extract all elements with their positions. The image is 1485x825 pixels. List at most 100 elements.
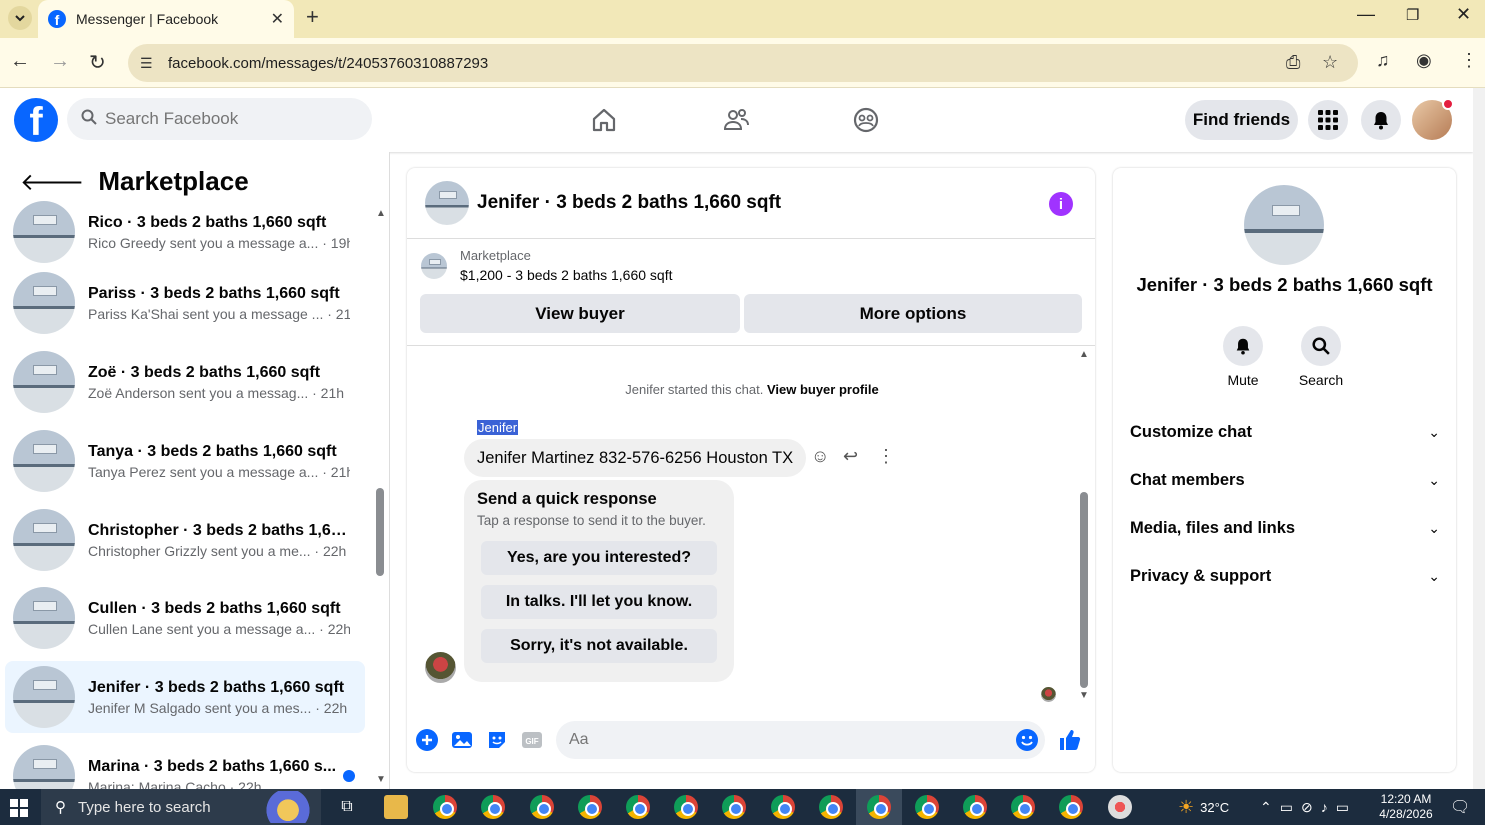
restore-icon[interactable]: ❐: [1406, 6, 1419, 24]
media-files-links-row[interactable]: Media, files and links ⌄: [1130, 508, 1440, 548]
task-view-icon[interactable]: ⧉: [335, 795, 359, 819]
chrome-icon[interactable]: [771, 795, 795, 819]
conversation-item[interactable]: Marina · 3 beds 2 baths 1,660 s... Marina…: [5, 740, 365, 789]
customize-chat-row[interactable]: Customize chat ⌄: [1130, 412, 1440, 452]
chrome-icon[interactable]: [963, 795, 987, 819]
search-icon[interactable]: [1301, 326, 1341, 366]
view-buyer-button[interactable]: View buyer: [420, 294, 740, 333]
volume-icon[interactable]: ♪: [1321, 799, 1336, 815]
close-tab-icon[interactable]: ✕: [271, 9, 284, 29]
conversation-item[interactable]: Rico · 3 beds 2 baths 1,660 sqft Rico Gre…: [5, 196, 365, 268]
groups-nav-icon[interactable]: [846, 102, 886, 138]
find-friends-button[interactable]: Find friends: [1185, 100, 1298, 140]
chrome-icon[interactable]: [1059, 795, 1083, 819]
chrome-icon[interactable]: [915, 795, 939, 819]
message-input[interactable]: [569, 731, 989, 749]
address-bar[interactable]: ☰ facebook.com/messages/t/24053760310887…: [128, 44, 1358, 82]
quick-response-button[interactable]: Sorry, it's not available.: [481, 629, 717, 663]
notifications-bell-icon[interactable]: [1361, 100, 1401, 140]
chrome-icon[interactable]: [578, 795, 602, 819]
mute-action[interactable]: Mute: [1213, 326, 1273, 388]
message-scrollbar[interactable]: [1080, 492, 1088, 688]
forward-icon[interactable]: →: [50, 50, 70, 73]
tray-chevron-icon[interactable]: ⌃: [1260, 799, 1280, 816]
conversation-item[interactable]: Christopher · 3 beds 2 baths 1,66... Chri…: [5, 504, 365, 576]
install-app-icon[interactable]: ⎙: [1286, 52, 1300, 73]
chat-title[interactable]: Jenifer · 3 beds 2 baths 1,660 sqft: [477, 192, 781, 214]
notification-center-icon[interactable]: 🗨: [1450, 789, 1470, 825]
minimize-icon[interactable]: —: [1357, 4, 1375, 25]
conversation-item[interactable]: Cullen · 3 beds 2 baths 1,660 sqft Cullen…: [5, 582, 365, 654]
system-clock[interactable]: 12:20 AM 4/28/2026: [1376, 792, 1436, 822]
more-kebab-icon[interactable]: ⋮: [877, 446, 895, 467]
chrome-icon[interactable]: [1011, 795, 1035, 819]
thumbs-up-icon[interactable]: [1058, 728, 1082, 752]
quick-response-button[interactable]: In talks. I'll let you know.: [481, 585, 717, 619]
chat-members-row[interactable]: Chat members ⌄: [1130, 460, 1440, 500]
home-nav-icon[interactable]: [584, 102, 624, 138]
info-icon[interactable]: i: [1049, 192, 1073, 216]
emoji-icon[interactable]: [1015, 728, 1039, 752]
conversation-item-active[interactable]: Jenifer · 3 beds 2 baths 1,660 sqft Jenif…: [5, 661, 365, 733]
file-explorer-icon[interactable]: [384, 795, 408, 819]
browser-tab-messenger[interactable]: f Messenger | Facebook ✕: [38, 0, 294, 38]
conversation-item[interactable]: Zoë · 3 beds 2 baths 1,660 sqft Zoë Ander…: [5, 346, 365, 418]
chrome-icon[interactable]: [867, 795, 891, 819]
close-window-icon[interactable]: ✕: [1456, 4, 1471, 25]
reply-icon[interactable]: ↩: [843, 446, 858, 467]
conversation-item[interactable]: Pariss · 3 beds 2 baths 1,660 sqft Pariss…: [5, 267, 365, 339]
conversation-list-scrollbar[interactable]: [376, 488, 384, 576]
system-tray-icons[interactable]: ⌃ ▭ ⊘ ♪ ▭: [1260, 789, 1357, 825]
chat-thumbnail[interactable]: [425, 181, 469, 225]
menu-grid-icon[interactable]: [1308, 100, 1348, 140]
listing-summary[interactable]: Marketplace $1,200 - 3 beds 2 baths 1,66…: [421, 248, 673, 283]
meet-icon[interactable]: ▭: [1280, 799, 1301, 816]
view-buyer-profile-link[interactable]: View buyer profile: [767, 382, 879, 397]
search-highlight-icon[interactable]: [258, 791, 318, 823]
gif-icon[interactable]: GIF: [520, 728, 544, 752]
privacy-support-row[interactable]: Privacy & support ⌄: [1130, 556, 1440, 596]
chrome-icon[interactable]: [530, 795, 554, 819]
sticker-icon[interactable]: [485, 728, 509, 752]
new-tab-icon[interactable]: +: [306, 4, 319, 30]
scroll-down-arrow-icon[interactable]: ▼: [1079, 690, 1089, 701]
conversation-item[interactable]: Tanya · 3 beds 2 baths 1,660 sqft Tanya P…: [5, 425, 365, 497]
display-icon[interactable]: ▭: [1336, 799, 1357, 816]
more-options-button[interactable]: More options: [744, 294, 1082, 333]
weather-widget[interactable]: ☀ 32°C: [1178, 789, 1229, 825]
reload-icon[interactable]: ↻: [89, 50, 106, 75]
page-scrollbar[interactable]: [1473, 88, 1485, 789]
facebook-logo-icon[interactable]: f: [14, 98, 58, 142]
react-emoji-icon[interactable]: ☺: [811, 446, 829, 467]
chrome-icon[interactable]: [674, 795, 698, 819]
tab-search-chevron-icon[interactable]: [8, 6, 32, 30]
windows-start-icon[interactable]: [10, 799, 28, 817]
site-settings-icon[interactable]: ☰: [140, 55, 162, 72]
chrome-icon[interactable]: [819, 795, 843, 819]
scroll-up-arrow-icon[interactable]: ▲: [376, 208, 386, 219]
back-arrow-icon[interactable]: 🡐: [20, 167, 84, 197]
back-icon[interactable]: ←: [10, 50, 30, 73]
chrome-icon[interactable]: [433, 795, 457, 819]
search-input[interactable]: [105, 109, 345, 129]
add-plus-icon[interactable]: [415, 728, 439, 752]
message-bubble[interactable]: Jenifer Martinez 832-576-6256 Houston TX: [464, 439, 807, 477]
quick-response-button[interactable]: Yes, are you interested?: [481, 541, 717, 575]
message-input-box[interactable]: [556, 721, 1045, 759]
facebook-search[interactable]: [67, 98, 372, 140]
chrome-icon[interactable]: [626, 795, 650, 819]
bookmark-star-icon[interactable]: ☆: [1322, 52, 1338, 73]
scroll-down-arrow-icon[interactable]: ▼: [376, 774, 386, 785]
scroll-up-arrow-icon[interactable]: ▲: [1079, 349, 1089, 360]
chrome-icon[interactable]: [722, 795, 746, 819]
friends-nav-icon[interactable]: [716, 102, 756, 138]
paint-app-icon[interactable]: [1108, 795, 1132, 819]
photo-icon[interactable]: [450, 728, 474, 752]
network-icon[interactable]: ⊘: [1301, 799, 1321, 816]
media-controls-icon[interactable]: ♫: [1376, 50, 1390, 71]
chrome-icon[interactable]: [481, 795, 505, 819]
mute-bell-icon[interactable]: [1223, 326, 1263, 366]
search-action[interactable]: Search: [1291, 326, 1351, 388]
profile-icon[interactable]: ◉: [1416, 50, 1432, 71]
menu-kebab-icon[interactable]: ⋮: [1460, 50, 1478, 71]
